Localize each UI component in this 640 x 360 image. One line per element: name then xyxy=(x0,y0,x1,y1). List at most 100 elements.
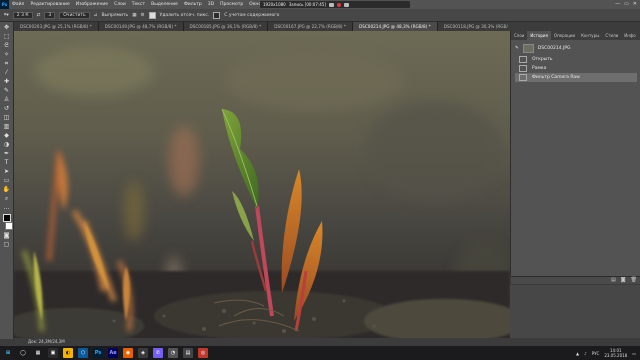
straighten-button[interactable]: Выпрямить xyxy=(101,13,128,18)
status-bar: Док: 24,3М/24,3М xyxy=(14,338,510,346)
options-bar: ⌗▾ 2 3 К ⇄ 3 Очистить ⊿ Выпрямить ▦ ⚙ Уд… xyxy=(0,9,640,22)
pause-icon[interactable] xyxy=(328,2,334,7)
menu-file[interactable]: Файл xyxy=(9,2,27,7)
recorder-label: Запись [00:07:45] xyxy=(288,2,326,7)
language-indicator[interactable]: РУС xyxy=(592,351,600,356)
document-canvas[interactable] xyxy=(14,31,510,338)
photoshop-logo: Ps xyxy=(0,0,9,9)
network-icon[interactable]: ▲ xyxy=(576,351,579,356)
screen-mode-icon[interactable]: ▢ xyxy=(3,242,11,248)
brush-tool-icon[interactable]: ✎ xyxy=(3,88,11,94)
hand-tool-icon[interactable]: ✋ xyxy=(3,187,11,193)
menu-select[interactable]: Выделение xyxy=(148,2,181,7)
volume-icon[interactable]: ♪ xyxy=(584,351,587,356)
history-item-label: Фильтр Camera Raw xyxy=(532,75,580,80)
tab-styles[interactable]: Стили xyxy=(602,31,621,40)
recorder-icon[interactable]: ◎ xyxy=(198,348,208,358)
windows-start-icon[interactable]: ⊞ xyxy=(3,348,13,358)
crop-tool-icon[interactable]: ⌗ xyxy=(3,61,11,67)
tab-layers[interactable]: Слои xyxy=(511,31,527,40)
tab-doc-4[interactable]: DSC00167.JPG @ 22,7% (RGB/8) * xyxy=(268,22,353,31)
settings-icon[interactable]: ⚙ xyxy=(140,13,144,18)
filter-icon xyxy=(519,74,527,81)
menu-3d[interactable]: 3D xyxy=(205,2,217,7)
tab-paths[interactable]: Контуры xyxy=(578,31,602,40)
grid-overlay-icon[interactable]: ▦ xyxy=(132,13,136,18)
ratio-select[interactable]: 2 3 К xyxy=(12,11,33,19)
clock-date: 23.05.2018 xyxy=(604,353,628,358)
straighten-icon[interactable]: ⊿ xyxy=(94,13,98,18)
quick-mask-icon[interactable]: ◙ xyxy=(3,233,11,239)
viber-icon[interactable]: ✆ xyxy=(153,348,163,358)
tab-info[interactable]: Инфо xyxy=(621,31,638,40)
clear-button[interactable]: Очистить xyxy=(59,11,90,19)
pen-tool-icon[interactable]: ✒ xyxy=(3,151,11,157)
move-tool-icon[interactable]: ✥ xyxy=(3,25,11,31)
history-snapshot[interactable]: ✎ DSC00214.JPG xyxy=(515,43,637,53)
background-color-swatch[interactable] xyxy=(5,222,13,230)
brush-source-icon[interactable]: ✎ xyxy=(515,46,519,51)
menu-image[interactable]: Изображение xyxy=(73,2,111,7)
shape-tool-icon[interactable]: ▭ xyxy=(3,178,11,184)
record-icon[interactable] xyxy=(336,2,341,7)
history-item[interactable]: Фильтр Camera Raw xyxy=(515,73,637,82)
notifications-icon[interactable]: ▭ xyxy=(632,351,636,356)
magic-wand-icon[interactable]: ✧ xyxy=(3,52,11,58)
dodge-tool-icon[interactable]: ◑ xyxy=(3,142,11,148)
history-item[interactable]: Открыть xyxy=(515,55,637,64)
tab-doc-6[interactable]: DSC00118.JPG @ 30,3% (RGB/8) * xyxy=(437,22,508,31)
document-tabs: DSC00203.JPG @ 25,1% (RGB/8) * DSC00149.… xyxy=(14,22,508,31)
healing-brush-icon[interactable]: ✚ xyxy=(3,79,11,85)
zoom-tool-icon[interactable]: ⌕ xyxy=(3,196,11,202)
tab-doc-3[interactable]: DSC00185.JPG @ 36,1% (RGB/8) * xyxy=(183,22,269,31)
marquee-tool-icon[interactable]: ⬚ xyxy=(3,34,11,40)
swap-icon[interactable]: ⇄ xyxy=(37,13,41,18)
content-aware-checkbox[interactable] xyxy=(213,11,221,19)
tab-history[interactable]: История xyxy=(527,31,551,40)
delete-cropped-checkbox[interactable] xyxy=(148,11,156,19)
maximize-button[interactable]: ▭ xyxy=(624,1,629,7)
eyedropper-icon[interactable]: ⁄ xyxy=(3,70,11,76)
new-document-icon[interactable]: ▤ xyxy=(611,277,616,284)
menu-type[interactable]: Текст xyxy=(129,2,148,7)
tab-doc-1[interactable]: DSC00203.JPG @ 25,1% (RGB/8) * xyxy=(14,22,99,31)
app-icon[interactable]: ⬡ xyxy=(78,348,88,358)
menu-edit[interactable]: Редактирование xyxy=(27,2,72,7)
menu-layers[interactable]: Слои xyxy=(111,2,129,7)
type-tool-icon[interactable]: T xyxy=(3,160,11,166)
minimize-button[interactable]: — xyxy=(615,1,620,7)
crop-tool-icon[interactable]: ⌗▾ xyxy=(4,12,9,18)
app-icon[interactable]: ◈ xyxy=(138,348,148,358)
camera-snapshot-icon[interactable]: ◙ xyxy=(621,277,626,284)
gradient-icon[interactable]: ▥ xyxy=(3,124,11,130)
task-view-icon[interactable]: ▦ xyxy=(33,348,43,358)
app-icon[interactable]: ▤ xyxy=(183,348,193,358)
menu-view[interactable]: Просмотр xyxy=(217,2,246,7)
history-brush-icon[interactable]: ↺ xyxy=(3,106,11,112)
eraser-icon[interactable]: ◫ xyxy=(3,115,11,121)
camera-icon[interactable] xyxy=(343,2,349,7)
foreground-color-swatch[interactable] xyxy=(2,214,11,222)
more-tools-icon[interactable]: … xyxy=(3,205,11,211)
clock[interactable]: 14:01 23.05.2018 xyxy=(604,348,627,358)
stamp-tool-icon[interactable]: ♙ xyxy=(3,97,11,103)
lasso-tool-icon[interactable]: ᘓ xyxy=(3,43,11,49)
folder-icon[interactable]: ◐ xyxy=(63,348,73,358)
recorder-resolution: 1920x1080 xyxy=(263,2,286,7)
calculator-icon[interactable]: ▣ xyxy=(48,348,58,358)
blur-tool-icon[interactable]: ◆ xyxy=(3,133,11,139)
close-button[interactable]: ✕ xyxy=(633,1,637,7)
tab-actions[interactable]: Операции xyxy=(551,31,578,40)
after-effects-icon[interactable]: Ae xyxy=(108,348,118,358)
ratio-value[interactable]: 3 xyxy=(44,11,56,19)
path-select-icon[interactable]: ➤ xyxy=(3,169,11,175)
search-icon[interactable]: ◯ xyxy=(18,348,28,358)
photoshop-icon[interactable]: Ps xyxy=(93,348,103,358)
trash-icon[interactable]: 🗑 xyxy=(631,277,637,284)
tab-doc-2[interactable]: DSC00149.JPG @ 48,7% (RGB/8) * xyxy=(98,22,184,31)
tab-doc-5[interactable]: DSC00214.JPG @ 48,3% (RGB/8) * xyxy=(353,22,438,31)
firefox-icon[interactable]: ◉ xyxy=(123,348,133,358)
app-icon[interactable]: ◔ xyxy=(168,348,178,358)
menu-filter[interactable]: Фильтр xyxy=(181,2,205,7)
history-item[interactable]: Рамка xyxy=(515,64,637,73)
